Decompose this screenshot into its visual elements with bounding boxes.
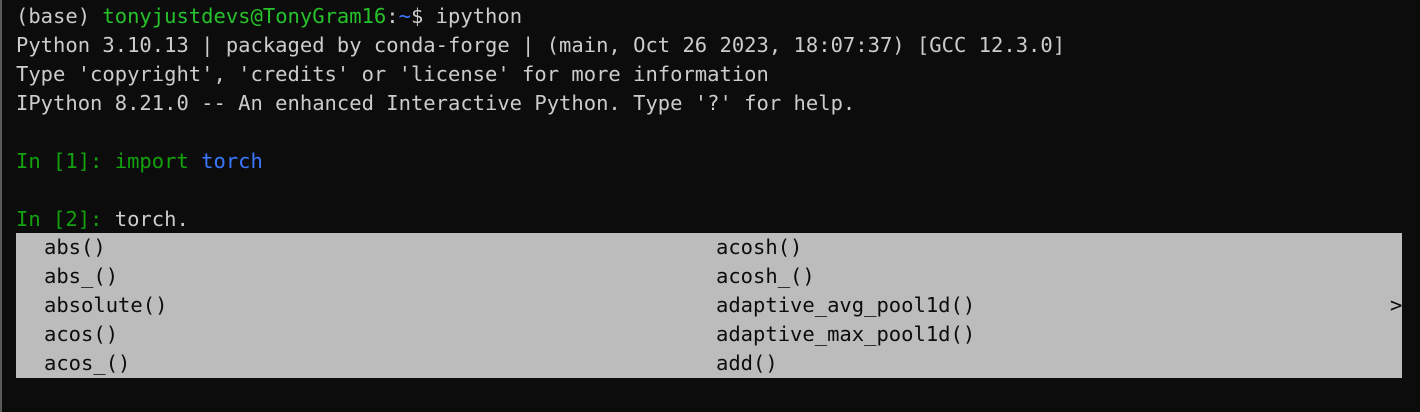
completion-item[interactable]: acos() [44,320,118,349]
current-path: ~ [398,4,411,28]
user-host: tonyjustdevs@TonyGram16 [102,4,387,28]
prompt-separator: : [386,4,399,28]
banner-python-version: Python 3.10.13 | packaged by conda-forge… [16,33,1066,57]
banner-info: Type 'copyright', 'credits' or 'license'… [16,62,769,86]
cell-1-prompt: In [1]: [16,149,115,173]
completion-item[interactable]: adaptive_max_pool1d() [716,320,975,349]
cell-1: In [1]: import torch [16,147,263,176]
prompt-dollar: $ [410,4,436,28]
completion-item[interactable]: acosh() [716,233,802,262]
cell-1-keyword: import [114,149,189,173]
cell-2-prompt: In [2]: [16,207,115,231]
shell-prompt-line: (base) tonyjustdevs@TonyGram16:~$ ipytho… [16,2,522,31]
completion-item[interactable]: abs() [44,233,106,262]
cell-2-input[interactable]: torch. [115,207,189,231]
completion-item[interactable]: acos_() [44,349,130,378]
cell-1-space [189,149,201,173]
cell-1-module: torch [201,149,263,173]
more-completions-arrow-icon[interactable]: > [1390,291,1402,320]
terminal-window[interactable]: (base) tonyjustdevs@TonyGram16:~$ ipytho… [0,0,1420,412]
cell-2[interactable]: In [2]: torch. [16,205,189,234]
completion-item[interactable]: absolute() [44,291,167,320]
completion-item[interactable]: add() [716,349,778,378]
completion-item[interactable]: adaptive_avg_pool1d() [716,291,975,320]
banner-ipython-version: IPython 8.21.0 -- An enhanced Interactiv… [16,91,856,115]
shell-command: ipython [435,4,523,28]
completion-menu[interactable]: abs() abs_() absolute() acos() acos_() a… [16,233,1402,378]
completion-item[interactable]: acosh_() [716,262,815,291]
conda-env: (base) [16,4,103,28]
completion-item[interactable]: abs_() [44,262,118,291]
